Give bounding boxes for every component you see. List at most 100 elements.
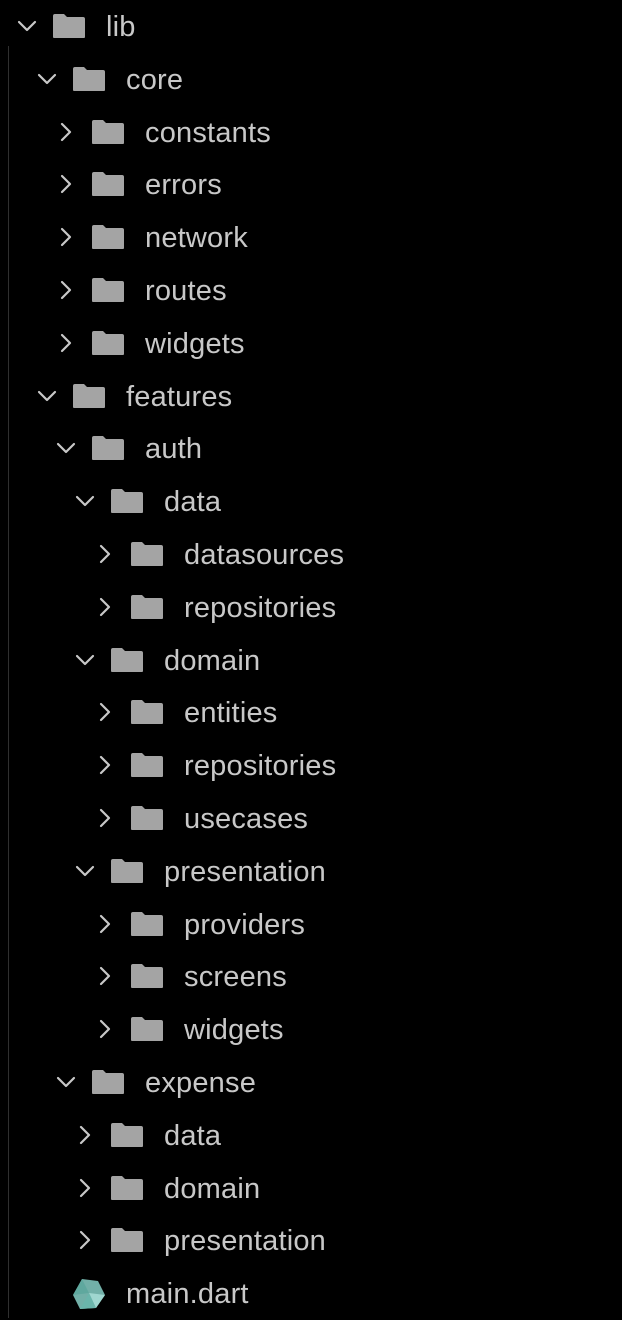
folder-icon — [111, 1122, 143, 1147]
chevron-down-icon[interactable] — [35, 384, 59, 408]
chevron-right-icon[interactable] — [73, 1176, 97, 1200]
chevron-down-icon[interactable] — [54, 1070, 78, 1094]
tree-item-label: data — [164, 486, 222, 519]
tree-row-entities[interactable]: entities — [0, 686, 622, 739]
tree-item-label: datasources — [184, 539, 345, 571]
chevron-right-icon[interactable] — [73, 1228, 97, 1252]
folder-icon — [131, 1017, 163, 1042]
tree-item-label: providers — [184, 908, 306, 941]
tree-row-screens[interactable]: screens — [0, 950, 622, 1003]
tree-item-label: domain — [164, 644, 261, 677]
tree-item-label: entities — [184, 697, 278, 730]
tree-row-network[interactable]: network — [0, 211, 622, 264]
chevron-right-icon[interactable] — [93, 912, 117, 936]
tree-item-label: main.dart — [126, 1278, 249, 1311]
folder-icon — [73, 66, 105, 91]
chevron-down-icon[interactable] — [73, 648, 97, 672]
folder-icon — [131, 753, 163, 778]
tree-row-auth-domain[interactable]: domain — [0, 634, 622, 687]
tree-row-expense-domain[interactable]: domain — [0, 1162, 622, 1215]
tree-row-auth-data[interactable]: data — [0, 475, 622, 528]
tree-row-core[interactable]: core — [0, 53, 622, 106]
chevron-down-icon[interactable] — [35, 67, 59, 91]
dart-file-icon — [73, 1279, 105, 1310]
tree-row-presentation-widgets[interactable]: widgets — [0, 1003, 622, 1056]
tree-row-providers[interactable]: providers — [0, 898, 622, 951]
tree-item-label: repositories — [184, 750, 337, 783]
chevron-down-icon[interactable] — [54, 436, 78, 460]
tree-item-label: presentation — [164, 855, 327, 888]
tree-row-datasources[interactable]: datasources — [0, 528, 622, 581]
tree-item-label: data — [164, 1119, 222, 1152]
chevron-right-icon[interactable] — [54, 120, 78, 144]
chevron-right-icon[interactable] — [93, 964, 117, 988]
chevron-right-icon[interactable] — [93, 753, 117, 777]
chevron-right-icon[interactable] — [93, 595, 117, 619]
folder-icon — [131, 964, 163, 989]
chevron-right-icon[interactable] — [73, 1123, 97, 1147]
chevron-right-icon[interactable] — [54, 225, 78, 249]
chevron-down-icon[interactable] — [15, 14, 39, 38]
chevron-right-icon[interactable] — [93, 700, 117, 724]
folder-icon — [92, 119, 124, 144]
chevron-right-icon[interactable] — [54, 172, 78, 196]
tree-item-label: lib — [106, 11, 136, 43]
tree-row-features[interactable]: features — [0, 370, 622, 423]
folder-icon — [111, 1175, 143, 1200]
folder-icon — [92, 330, 124, 355]
tree-row-expense-presentation[interactable]: presentation — [0, 1214, 622, 1267]
folder-icon — [92, 278, 124, 302]
tree-row-domain-repositories[interactable]: repositories — [0, 739, 622, 792]
tree-item-label: errors — [145, 169, 222, 202]
tree-row-expense[interactable]: expense — [0, 1056, 622, 1109]
folder-icon — [131, 700, 163, 725]
tree-row-lib[interactable]: lib — [0, 0, 622, 53]
tree-item-label: core — [126, 63, 184, 96]
tree-item-label: widgets — [184, 1014, 284, 1047]
tree-item-label: widgets — [145, 327, 245, 360]
tree-row-usecases[interactable]: usecases — [0, 792, 622, 845]
chevron-down-icon[interactable] — [73, 489, 97, 513]
tree-item-label: network — [145, 222, 248, 255]
tree-item-label: expense — [145, 1067, 257, 1099]
tree-row-data-repositories[interactable]: repositories — [0, 581, 622, 634]
tree-item-label: auth — [145, 433, 203, 466]
folder-icon — [111, 647, 143, 672]
chevron-right-icon[interactable] — [54, 331, 78, 355]
tree-item-label: repositories — [184, 591, 337, 624]
tree-item-label: presentation — [164, 1225, 327, 1258]
folder-icon — [92, 225, 124, 250]
tree-row-errors[interactable]: errors — [0, 158, 622, 211]
tree-item-label: usecases — [184, 803, 309, 835]
folder-icon — [111, 1228, 143, 1253]
file-explorer-tree: lib core constants errors network routes… — [0, 0, 622, 1318]
folder-icon — [73, 383, 105, 408]
chevron-right-icon[interactable] — [54, 278, 78, 302]
tree-item-label: constants — [145, 116, 271, 149]
tree-row-constants[interactable]: constants — [0, 106, 622, 159]
folder-icon — [131, 806, 163, 830]
folder-icon — [111, 489, 143, 514]
chevron-right-icon[interactable] — [93, 1017, 117, 1041]
folder-icon — [92, 172, 124, 197]
tree-row-auth[interactable]: auth — [0, 422, 622, 475]
tree-item-label: routes — [145, 275, 227, 307]
tree-item-label: domain — [164, 1172, 261, 1205]
chevron-right-icon[interactable] — [93, 806, 117, 830]
folder-icon — [131, 911, 163, 936]
tree-row-expense-data[interactable]: data — [0, 1109, 622, 1162]
chevron-right-icon[interactable] — [93, 542, 117, 566]
tree-row-widgets[interactable]: widgets — [0, 317, 622, 370]
tree-row-auth-presentation[interactable]: presentation — [0, 845, 622, 898]
folder-icon — [92, 1070, 124, 1094]
folder-icon — [131, 542, 163, 566]
folder-icon — [111, 858, 143, 883]
folder-icon — [53, 14, 85, 38]
tree-row-main-dart[interactable]: main.dart — [0, 1267, 622, 1320]
tree-item-label: features — [126, 380, 233, 413]
folder-icon — [92, 436, 124, 461]
tree-row-routes[interactable]: routes — [0, 264, 622, 317]
chevron-down-icon[interactable] — [73, 859, 97, 883]
folder-icon — [131, 594, 163, 619]
tree-item-label: screens — [184, 961, 287, 994]
